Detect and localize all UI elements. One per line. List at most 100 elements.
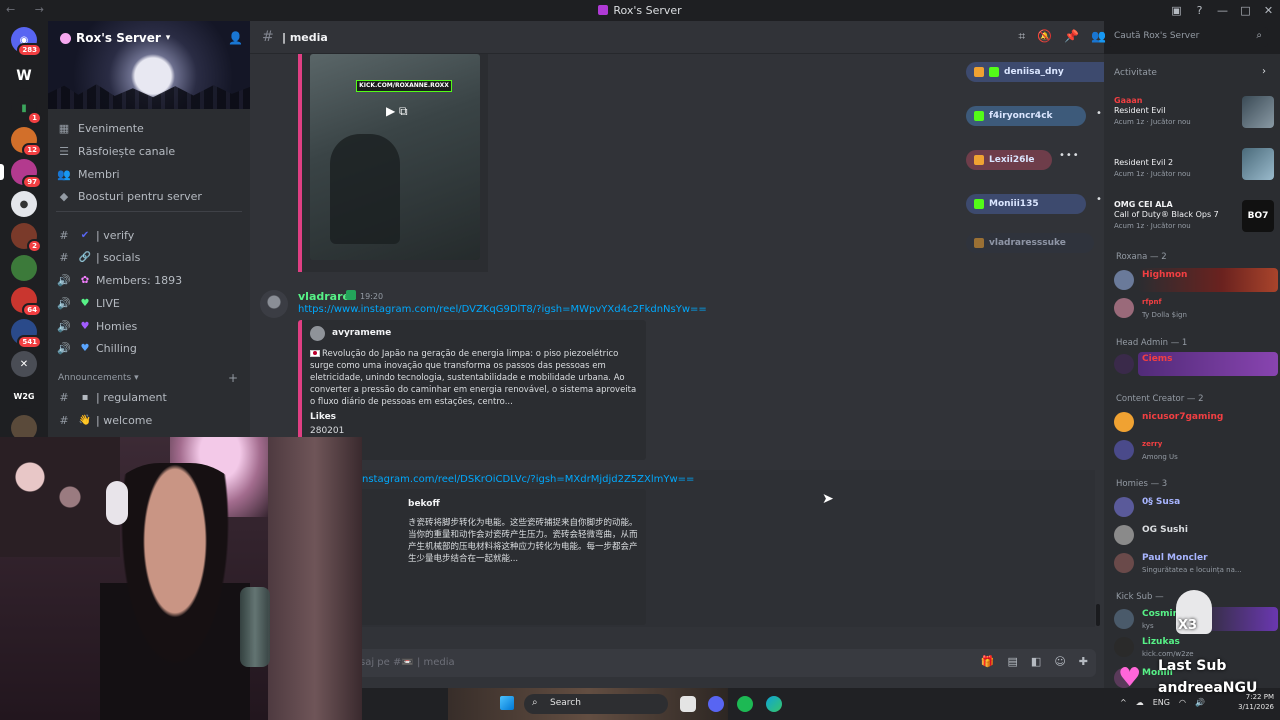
- composer-icons: 🎁 ▤ ◧ ☺ ✚: [981, 655, 1088, 668]
- speaker-icon: 🔊: [57, 296, 71, 310]
- server-icon-active[interactable]: 97: [0, 159, 42, 189]
- add-channel-icon[interactable]: +: [228, 371, 238, 385]
- server-icon-w[interactable]: W: [11, 63, 37, 89]
- video-embed[interactable]: KICK.COM/ROXANNE.ROXX ▶ ⧉: [298, 54, 488, 272]
- member-list-icon[interactable]: 👥: [1091, 29, 1106, 44]
- channel-welcome[interactable]: # 👋 | welcome: [56, 410, 244, 430]
- user-icon: [974, 67, 984, 77]
- sidebar-item-members[interactable]: 👥 Membri: [56, 164, 244, 184]
- window-controls: ▣ ? — □ ✕: [1165, 0, 1280, 21]
- search-input[interactable]: Caută Rox's Server ⌕: [1108, 27, 1268, 47]
- voice-user-pill[interactable]: deniisa_dny: [966, 62, 1114, 82]
- play-icon[interactable]: ▶ ⧉: [386, 104, 408, 119]
- home-button[interactable]: ◉ 283: [11, 27, 42, 57]
- activity-card[interactable]: Resident Evil 2 Acum 1z · Jucător nou: [1112, 148, 1274, 184]
- sidebar-item-boosts[interactable]: ◆ Boosturi pentru server: [56, 186, 244, 206]
- edge-icon[interactable]: [766, 696, 782, 712]
- channel-live[interactable]: 🔊 ♥ LIVE: [56, 293, 244, 313]
- server-icon-green[interactable]: ▮ 1: [11, 95, 42, 125]
- file-explorer-icon[interactable]: [680, 696, 696, 712]
- channel-regulament[interactable]: # ▪ | regulament: [56, 387, 244, 407]
- taskbar-search[interactable]: ⌕ Search: [524, 694, 668, 714]
- chevron-right-icon[interactable]: ›: [1262, 66, 1266, 77]
- gift-icon[interactable]: 🎁: [981, 655, 995, 668]
- discord-taskbar-icon[interactable]: [708, 696, 724, 712]
- message-input[interactable]: saj pe #📼 | media 🎁 ▤ ◧ ☺ ✚: [260, 649, 1096, 677]
- member-item[interactable]: 0§ Susa: [1114, 495, 1276, 521]
- embed-author[interactable]: avyrameme: [332, 328, 391, 338]
- member-item[interactable]: zerry Among Us: [1114, 438, 1276, 464]
- wave-icon: 👋: [78, 414, 92, 426]
- webcam-curtain: [268, 437, 362, 720]
- heart-icon: ♥: [1118, 663, 1142, 693]
- server-logo-icon: [598, 5, 609, 15]
- help-icon[interactable]: ?: [1188, 4, 1211, 17]
- role-badge-icon: [346, 290, 356, 300]
- channel-verify[interactable]: # ✔ | verify: [56, 225, 244, 245]
- channel-header: # | media ⌗ 🔕 📌 👥: [250, 21, 1106, 54]
- maximize-button[interactable]: □: [1234, 4, 1257, 17]
- inbox-icon[interactable]: ▣: [1165, 4, 1188, 17]
- flower-icon: ✿: [80, 274, 90, 286]
- avatar: [1114, 525, 1134, 545]
- speaker-icon: 🔊: [57, 341, 71, 355]
- message-timestamp: 19:20: [360, 292, 384, 301]
- video-figure: [330, 134, 400, 244]
- server-icon-brown[interactable]: 2: [11, 223, 42, 253]
- channel-members-count[interactable]: 🔊 ✿ Members: 1893: [56, 270, 244, 290]
- ghost-mascot-icon: X3: [1176, 590, 1212, 634]
- message-link[interactable]: https://www.instagram.com/reel/DVZKqG9Dl…: [298, 304, 707, 315]
- server-icon-blue[interactable]: 541: [11, 319, 42, 349]
- sticker-icon[interactable]: ◧: [1031, 655, 1041, 668]
- sidebar-item-events[interactable]: ▦ Evenimente: [56, 118, 244, 138]
- gif-icon[interactable]: ▤: [1008, 655, 1018, 668]
- close-button[interactable]: ✕: [1257, 4, 1280, 17]
- search-icon: ⌕: [1256, 30, 1262, 41]
- member-item[interactable]: Ciems: [1114, 352, 1278, 378]
- windows-start-icon[interactable]: [500, 696, 514, 710]
- activity-card[interactable]: Gaaan Resident Evil Acum 1z · Jucător no…: [1112, 96, 1274, 132]
- channel-chilling[interactable]: 🔊 ♥ Chilling: [56, 338, 244, 358]
- onedrive-icon[interactable]: ☁: [1136, 698, 1144, 707]
- invite-icon[interactable]: 👤: [228, 31, 243, 45]
- voice-user-pill[interactable]: f4iryoncr4ck: [966, 106, 1086, 126]
- pin-icon[interactable]: 📌: [1064, 29, 1079, 44]
- server-icon-red[interactable]: 64: [11, 287, 42, 317]
- member-item[interactable]: OG Sushi: [1114, 523, 1276, 549]
- channel-socials[interactable]: # 🔗 | socials: [56, 247, 244, 267]
- scrollbar[interactable]: [1096, 604, 1100, 626]
- video-frame: KICK.COM/ROXANNE.ROXX ▶ ⧉: [310, 54, 480, 260]
- sidebar-item-browse[interactable]: ☰ Răsfoiește canale: [56, 141, 244, 161]
- more-icon[interactable]: •••: [1059, 150, 1080, 161]
- voice-user-pill[interactable]: Moniii135: [966, 194, 1086, 214]
- spotify-icon[interactable]: [737, 696, 753, 712]
- member-item[interactable]: rfpnf Ty Dolla $ign: [1114, 296, 1276, 322]
- activity-card[interactable]: OMG CEI ALA Call of Duty® Black Ops 7 Ac…: [1112, 200, 1274, 236]
- chevron-up-icon[interactable]: ^: [1120, 698, 1127, 707]
- server-icon-orange[interactable]: 12: [11, 127, 42, 157]
- member-item[interactable]: Paul Moncler Singurătatea e locuința na.…: [1114, 551, 1276, 577]
- server-icon-leaf[interactable]: [11, 255, 37, 281]
- apps-icon[interactable]: ✚: [1079, 655, 1088, 668]
- threads-icon[interactable]: ⌗: [1018, 29, 1025, 44]
- voice-user-pill[interactable]: Lexii26le: [966, 150, 1052, 170]
- member-item[interactable]: nicusor7gaming: [1114, 410, 1276, 436]
- server-icon-white[interactable]: ●: [11, 191, 37, 217]
- minimize-button[interactable]: —: [1211, 4, 1234, 17]
- embed-author[interactable]: bekoff: [408, 499, 440, 509]
- avatar: [1114, 440, 1134, 460]
- member-item[interactable]: Highmon: [1114, 268, 1278, 294]
- channel-homies[interactable]: 🔊 ♥ Homies: [56, 316, 244, 336]
- mute-icon[interactable]: 🔕: [1037, 29, 1052, 44]
- note-icon: ▪: [81, 391, 89, 403]
- avatar[interactable]: [260, 290, 288, 318]
- server-icon-w2g[interactable]: W2G: [11, 383, 37, 409]
- category-announcements[interactable]: Announcements ▾: [58, 373, 139, 383]
- emoji-icon[interactable]: ☺: [1054, 655, 1065, 668]
- server-name-button[interactable]: Rox's Server ▾: [60, 31, 170, 45]
- hash-icon: #: [262, 29, 274, 45]
- last-sub-overlay: Last Sub andreeaNGU: [1158, 658, 1258, 696]
- server-icon-x[interactable]: ✕: [11, 351, 37, 377]
- voice-user-pill[interactable]: vladraresssuke: [966, 233, 1094, 253]
- message-link-2[interactable]: nstagram.com/reel/DSKrOiCDLVc/?igsh=MXdr…: [362, 474, 694, 485]
